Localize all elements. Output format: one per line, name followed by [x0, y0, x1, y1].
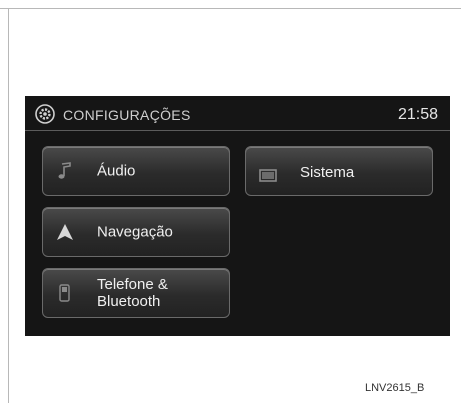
phone-icon: [59, 284, 70, 302]
clock: 21:58: [397, 106, 438, 123]
phone-bluetooth-button[interactable]: Telefone & Bluetooth: [42, 268, 230, 318]
audio-button[interactable]: Áudio: [42, 146, 230, 196]
navigation-button[interactable]: Navegação: [42, 207, 230, 257]
settings-screen: CONFIGURAÇÕES 21:58 Áudio Navegação Tele…: [25, 96, 450, 336]
navigation-label: Navegação: [97, 223, 173, 241]
music-note-icon: [58, 162, 71, 179]
navigation-arrow-icon: [57, 224, 73, 240]
audio-label: Áudio: [97, 162, 136, 180]
frame-border-top: [0, 8, 461, 9]
system-button[interactable]: Sistema: [245, 146, 433, 196]
frame-border-left: [8, 8, 9, 403]
phone-bluetooth-label: Telefone & Bluetooth: [97, 276, 168, 310]
figure-code: LNV2615_B: [365, 382, 425, 394]
screen-header: CONFIGURAÇÕES 21:58: [25, 96, 450, 131]
settings-gear-icon: [35, 104, 55, 124]
page-title: CONFIGURAÇÕES: [63, 107, 191, 123]
system-screen-icon: [259, 169, 277, 182]
system-label: Sistema: [300, 164, 355, 181]
